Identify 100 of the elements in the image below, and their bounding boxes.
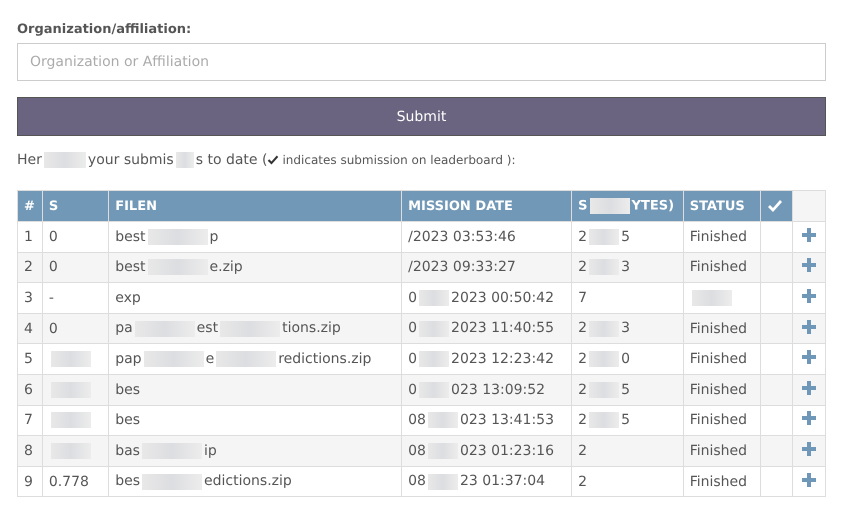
- score-cell: -: [48, 290, 54, 306]
- redaction-blur: [419, 351, 450, 368]
- redaction-blur: [428, 412, 458, 428]
- redaction-blur: [589, 382, 620, 398]
- status-cell: Finished: [690, 259, 748, 276]
- intro-text: your submis: [88, 152, 174, 168]
- date-cell: 08: [408, 473, 426, 490]
- redaction-blur: [50, 412, 91, 428]
- score-cell: 0.778: [48, 474, 89, 490]
- filename-cell: est: [196, 320, 218, 336]
- date-cell: 0: [408, 351, 418, 368]
- size-cell: 0: [621, 351, 630, 368]
- redaction-blur: [50, 443, 91, 460]
- date-cell: 2023 00:50:42: [451, 290, 554, 306]
- status-cell: Finished: [690, 412, 748, 428]
- filename-cell: bes: [115, 412, 140, 428]
- score-cell: 0: [48, 259, 58, 276]
- size-cell: 2: [578, 474, 588, 490]
- size-header: S: [578, 198, 588, 214]
- plus-icon[interactable]: [802, 442, 816, 456]
- size-cell: 5: [621, 382, 630, 398]
- plus-icon[interactable]: [802, 472, 816, 487]
- filename-cell: best: [115, 259, 146, 276]
- redaction-blur: [50, 382, 91, 398]
- score-header: S: [48, 198, 58, 214]
- date-cell: 0: [408, 290, 418, 306]
- plus-icon[interactable]: [802, 228, 816, 242]
- plus-icon[interactable]: [802, 380, 816, 395]
- redaction-blur: [590, 198, 630, 214]
- redaction-blur: [589, 228, 620, 245]
- filename-cell: pa: [115, 320, 133, 336]
- filename-cell: edictions.zip: [204, 473, 292, 490]
- date-cell: 2023 11:40:55: [451, 320, 554, 336]
- size-cell: 3: [621, 320, 630, 336]
- status-header: STATUS: [690, 198, 745, 214]
- redaction-blur: [428, 474, 458, 490]
- intro-text: s to date (: [196, 152, 268, 168]
- redaction-blur: [220, 320, 280, 337]
- filename-cell: redictions.zip: [278, 351, 372, 368]
- redaction-blur: [148, 259, 208, 276]
- redaction-blur: [142, 474, 202, 490]
- redaction-blur: [589, 320, 620, 337]
- row-number: 9: [24, 474, 33, 490]
- size-cell: 3: [621, 259, 630, 276]
- status-cell: Finished: [690, 351, 748, 368]
- date-header: MISSION DATE: [408, 198, 513, 214]
- row-number: 5: [24, 351, 33, 368]
- plus-icon[interactable]: [802, 320, 816, 334]
- score-cell: 0: [48, 320, 58, 337]
- number-header: #: [24, 198, 35, 214]
- submit-button[interactable]: Submit: [17, 97, 826, 136]
- redaction-blur: [589, 412, 620, 428]
- redaction-blur: [144, 351, 204, 368]
- row-number: 3: [24, 290, 33, 306]
- intro-text: Her: [17, 152, 42, 168]
- date-cell: 08: [408, 412, 426, 428]
- intro-note: indicates submission on leaderboard ):: [282, 153, 516, 167]
- status-cell: Finished: [690, 320, 748, 337]
- redaction-blur: [134, 320, 195, 337]
- date-cell: /2023 09:33:27: [408, 259, 516, 276]
- redaction-blur: [419, 382, 450, 398]
- status-cell: Finished: [690, 442, 748, 459]
- date-cell: 023 13:41:53: [460, 412, 554, 428]
- filename-cell: tions.zip: [282, 320, 341, 336]
- filename-header: FILEN: [115, 198, 157, 214]
- filename-cell: best: [115, 228, 146, 245]
- date-cell: /2023 03:53:46: [408, 228, 516, 245]
- plus-icon[interactable]: [802, 288, 816, 303]
- plus-icon[interactable]: [802, 411, 816, 426]
- filename-cell: p: [210, 228, 218, 245]
- row-number: 8: [24, 442, 33, 459]
- size-cell: 2: [578, 382, 588, 398]
- date-cell: 0: [408, 382, 418, 398]
- filename-cell: e.zip: [210, 259, 243, 276]
- size-cell: 2: [578, 228, 588, 245]
- row-number: 1: [24, 228, 33, 245]
- redaction-blur: [589, 259, 620, 276]
- plus-icon[interactable]: [802, 258, 816, 272]
- redaction-blur: [176, 152, 194, 168]
- size-cell: 2: [578, 351, 588, 368]
- date-cell: 08: [408, 442, 426, 459]
- score-cell: 0: [48, 228, 58, 245]
- size-cell: 5: [621, 228, 630, 245]
- filename-cell: pap: [115, 351, 142, 368]
- redaction-blur: [692, 290, 732, 306]
- status-cell: Finished: [690, 382, 748, 398]
- plus-icon[interactable]: [802, 350, 816, 364]
- check-icon: [267, 154, 280, 166]
- organization-field[interactable]: Organization or Affiliation: [17, 43, 826, 81]
- filename-cell: bes: [115, 382, 140, 398]
- redaction-blur: [589, 351, 620, 368]
- size-cell: 2: [578, 320, 588, 336]
- row-number: 2: [24, 259, 33, 276]
- redaction-blur: [148, 228, 208, 245]
- redaction-blur: [428, 443, 458, 460]
- status-cell: Finished: [690, 474, 748, 490]
- field-label: Organization/affiliation:: [17, 22, 192, 37]
- filename-cell: bes: [115, 473, 140, 490]
- filename-cell: e: [206, 351, 214, 368]
- row-number: 6: [24, 382, 33, 398]
